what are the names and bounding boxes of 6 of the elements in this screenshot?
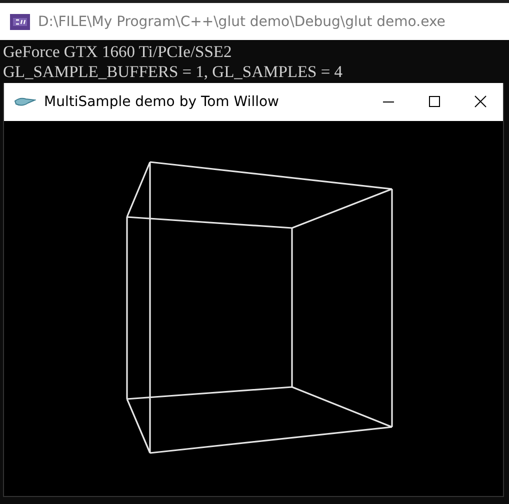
console-line: GeForce GTX 1660 Ti/PCIe/SSE2 (3, 42, 233, 62)
window-title: D:\FILE\My Program\C++\glut demo\Debug\glut demo.exe (38, 14, 446, 30)
console-line: GL_SAMPLE_BUFFERS = 1, GL_SAMPLES = 4 (3, 62, 344, 82)
console-app-icon (10, 14, 30, 30)
teapot-icon (14, 96, 36, 108)
window-title: MultiSample demo by Tom Willow (44, 94, 280, 110)
